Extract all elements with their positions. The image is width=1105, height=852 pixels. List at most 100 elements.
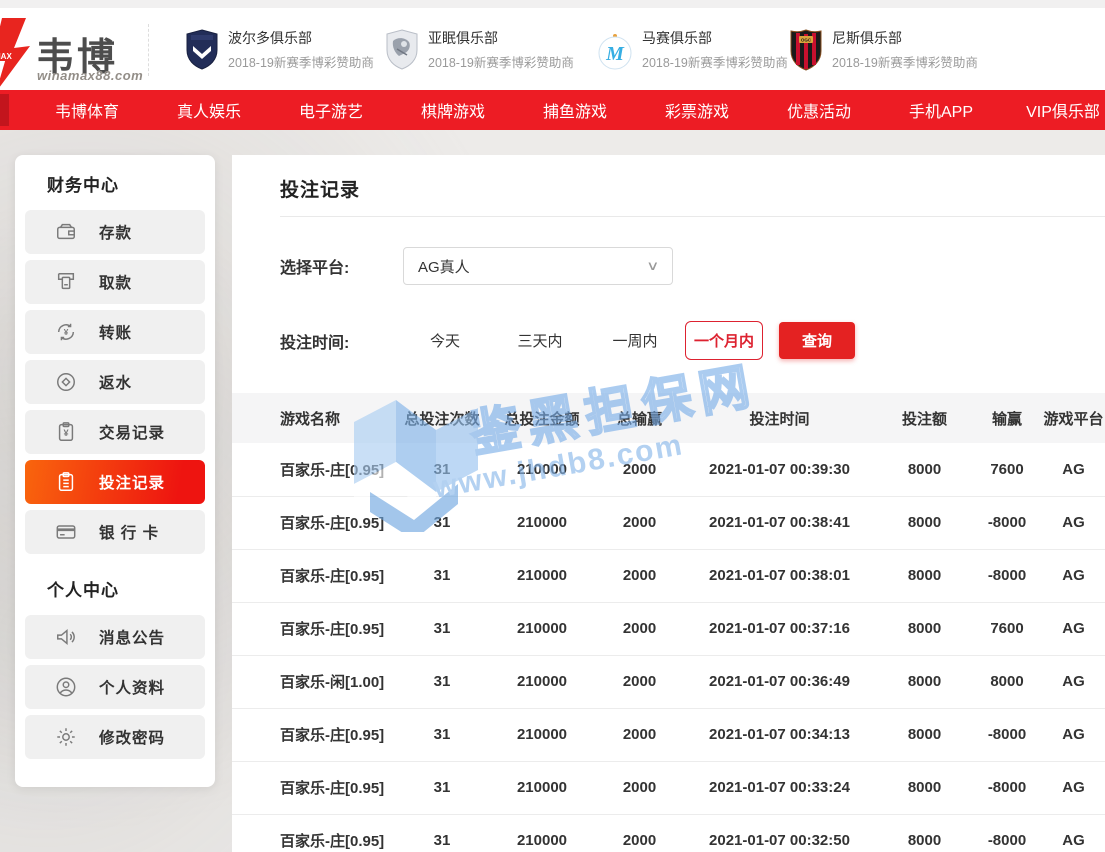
bet-record-icon bbox=[55, 471, 77, 493]
col-bet-time: 投注时间 bbox=[682, 393, 877, 443]
table-cell: 2021-01-07 00:32:50 bbox=[682, 814, 877, 852]
query-button[interactable]: 查询 bbox=[779, 322, 855, 359]
time-option-1week[interactable]: 一周内 bbox=[600, 330, 670, 351]
col-total-bet-amount: 总投注金额 bbox=[487, 393, 597, 443]
sidebar-item-deposit[interactable]: 存款 bbox=[25, 210, 205, 254]
sidebar-item-profile[interactable]: 个人资料 bbox=[25, 665, 205, 709]
nav-item-board-games[interactable]: 棋牌游戏 bbox=[392, 98, 514, 122]
table-cell: -8000 bbox=[972, 496, 1042, 549]
table-cell: 210000 bbox=[487, 655, 597, 708]
nav-item-sports[interactable]: 韦博体育 bbox=[26, 98, 148, 122]
sidebar-item-transaction-records[interactable]: ¥ 交易记录 bbox=[25, 410, 205, 454]
table-row: 百家乐-庄[0.95]3121000020002021-01-07 00:38:… bbox=[232, 496, 1105, 549]
sponsor-amiens[interactable]: 亚眠俱乐部 2018-19新赛季博彩赞助商 bbox=[385, 28, 574, 71]
bank-card-icon bbox=[55, 521, 77, 543]
time-option-1month[interactable]: 一个月内 bbox=[685, 321, 763, 360]
table-cell: 百家乐-庄[0.95] bbox=[232, 602, 397, 655]
time-option-3days[interactable]: 三天内 bbox=[505, 330, 575, 351]
profile-icon bbox=[55, 676, 77, 698]
sidebar-item-change-password[interactable]: 修改密码 bbox=[25, 715, 205, 759]
winamax-bolt-icon: MAX bbox=[0, 18, 32, 94]
sidebar-item-label: 消息公告 bbox=[99, 626, 165, 648]
sidebar-item-label: 修改密码 bbox=[99, 726, 165, 748]
table-cell: 2021-01-07 00:38:01 bbox=[682, 549, 877, 602]
table-cell: AG bbox=[1042, 602, 1105, 655]
sidebar-item-announcements[interactable]: 消息公告 bbox=[25, 615, 205, 659]
sidebar-item-rebate[interactable]: 返水 bbox=[25, 360, 205, 404]
nav-item-mobile-app[interactable]: 手机APP bbox=[880, 98, 1002, 122]
table-cell: AG bbox=[1042, 549, 1105, 602]
table-cell: 百家乐-庄[0.95] bbox=[232, 496, 397, 549]
table-cell: AG bbox=[1042, 496, 1105, 549]
title-divider bbox=[280, 216, 1105, 217]
svg-text:MAX: MAX bbox=[0, 52, 12, 61]
table-cell: AG bbox=[1042, 761, 1105, 814]
table-cell: 2000 bbox=[597, 549, 682, 602]
time-option-today[interactable]: 今天 bbox=[415, 330, 475, 351]
table-cell: 31 bbox=[397, 708, 487, 761]
table-row: 百家乐-庄[0.95]3121000020002021-01-07 00:38:… bbox=[232, 549, 1105, 602]
table-cell: AG bbox=[1042, 655, 1105, 708]
platform-select[interactable]: AG真人 ∨ bbox=[403, 247, 673, 285]
nav-item-fishing[interactable]: 捕鱼游戏 bbox=[514, 98, 636, 122]
nice-club-logo-icon: OGC bbox=[789, 29, 823, 71]
transaction-record-icon: ¥ bbox=[55, 421, 77, 443]
table-cell: 31 bbox=[397, 496, 487, 549]
table-row: 百家乐-庄[0.95]3121000020002021-01-07 00:39:… bbox=[232, 443, 1105, 496]
table-cell: -8000 bbox=[972, 814, 1042, 852]
announcement-icon bbox=[55, 626, 77, 648]
top-strip bbox=[0, 0, 1105, 8]
amiens-club-logo-icon bbox=[385, 29, 419, 71]
nav-item-slots[interactable]: 电子游艺 bbox=[270, 98, 392, 122]
table-cell: 百家乐-闲[1.00] bbox=[232, 655, 397, 708]
table-row: 百家乐-庄[0.95]3121000020002021-01-07 00:33:… bbox=[232, 761, 1105, 814]
site-header: MAX 韦博 winamax88.com 波尔多俱乐部 2018-19新赛季博彩… bbox=[0, 8, 1105, 90]
table-cell: 31 bbox=[397, 549, 487, 602]
password-gear-icon bbox=[55, 726, 77, 748]
sidebar-item-bet-records[interactable]: 投注记录 bbox=[25, 460, 205, 504]
table-cell: 8000 bbox=[877, 814, 972, 852]
sidebar-item-bank-card[interactable]: 银 行 卡 bbox=[25, 510, 205, 554]
brand-logo[interactable]: MAX 韦博 winamax88.com bbox=[0, 14, 170, 86]
table-cell: 2000 bbox=[597, 655, 682, 708]
table-cell: 31 bbox=[397, 443, 487, 496]
col-winloss: 输赢 bbox=[972, 393, 1042, 443]
chevron-down-icon: ∨ bbox=[647, 258, 660, 274]
svg-text:¥: ¥ bbox=[63, 428, 69, 438]
svg-text:OGC: OGC bbox=[801, 37, 812, 42]
bet-records-panel: 投注记录 选择平台: AG真人 ∨ 投注时间: 今天 三天内 一周内 一个月内 … bbox=[232, 155, 1105, 852]
platform-select-value: AG真人 bbox=[418, 256, 648, 277]
sponsor-subtitle: 2018-19新赛季博彩赞助商 bbox=[428, 52, 574, 71]
personal-center-heading: 个人中心 bbox=[47, 576, 205, 601]
table-cell: 2021-01-07 00:36:49 bbox=[682, 655, 877, 708]
table-cell: 8000 bbox=[877, 761, 972, 814]
nav-item-live-casino[interactable]: 真人娱乐 bbox=[148, 98, 270, 122]
sponsor-text: 尼斯俱乐部 2018-19新赛季博彩赞助商 bbox=[832, 28, 978, 71]
nav-item-vip-club[interactable]: VIP俱乐部 bbox=[1002, 98, 1105, 122]
table-cell: 7600 bbox=[972, 602, 1042, 655]
page-title: 投注记录 bbox=[232, 155, 1105, 202]
sidebar-item-label: 转账 bbox=[99, 321, 132, 343]
sponsor-marseille[interactable]: M 马赛俱乐部 2018-19新赛季博彩赞助商 bbox=[597, 28, 788, 71]
brand-domain: winamax88.com bbox=[37, 68, 143, 83]
sidebar-item-label: 投注记录 bbox=[99, 471, 165, 493]
bet-records-table: 游戏名称 总投注次数 总投注金额 总输赢 投注时间 投注额 输赢 游戏平台 百家… bbox=[232, 393, 1105, 852]
table-row: 百家乐-庄[0.95]3121000020002021-01-07 00:34:… bbox=[232, 708, 1105, 761]
col-total-bet-count: 总投注次数 bbox=[397, 393, 487, 443]
table-cell: 8000 bbox=[877, 708, 972, 761]
table-cell: 8000 bbox=[877, 549, 972, 602]
sidebar-item-withdraw[interactable]: 取款 bbox=[25, 260, 205, 304]
sponsor-name: 波尔多俱乐部 bbox=[228, 28, 374, 48]
sidebar-item-label: 个人资料 bbox=[99, 676, 165, 698]
sidebar-item-transfer[interactable]: ¥ 转账 bbox=[25, 310, 205, 354]
nav-item-promotions[interactable]: 优惠活动 bbox=[758, 98, 880, 122]
table-cell: 8000 bbox=[877, 655, 972, 708]
sponsor-nice[interactable]: OGC 尼斯俱乐部 2018-19新赛季博彩赞助商 bbox=[789, 28, 978, 71]
nav-item-lottery[interactable]: 彩票游戏 bbox=[636, 98, 758, 122]
platform-label: 选择平台: bbox=[280, 254, 403, 278]
table-cell: 2000 bbox=[597, 708, 682, 761]
table-cell: 31 bbox=[397, 602, 487, 655]
table-cell: 31 bbox=[397, 655, 487, 708]
table-cell: 210000 bbox=[487, 443, 597, 496]
sponsor-bordeaux[interactable]: 波尔多俱乐部 2018-19新赛季博彩赞助商 bbox=[185, 28, 374, 71]
